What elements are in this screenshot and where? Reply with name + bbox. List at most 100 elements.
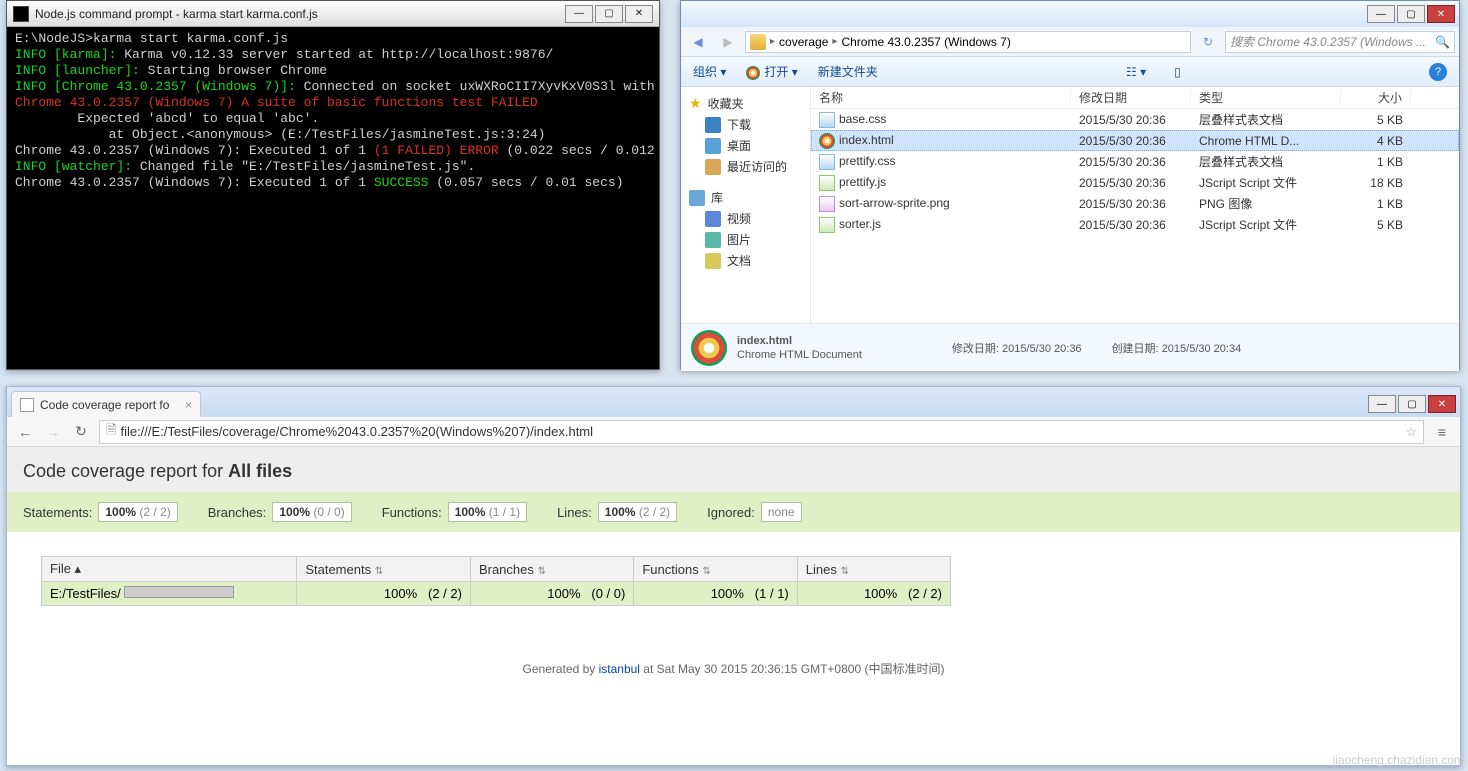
minimize-button[interactable]: — [1368, 395, 1396, 413]
folder-icon [750, 34, 766, 50]
file-row[interactable]: prettify.css2015/5/30 20:36层叠样式表文档1 KB [811, 151, 1459, 172]
col-name[interactable]: 名称 [811, 89, 1071, 106]
address-bar[interactable]: 🗎 file:///E:/TestFiles/coverage/Chrome%2… [99, 420, 1424, 444]
file-row[interactable]: index.html2015/5/30 20:36Chrome HTML D..… [811, 130, 1459, 151]
explorer-sidebar: ★收藏夹 下载 桌面 最近访问的 库 视频 图片 文档 [681, 87, 811, 323]
sidebar-pictures[interactable]: 图片 [685, 229, 806, 250]
th-statements[interactable]: Statements ⇅ [297, 557, 471, 582]
th-lines[interactable]: Lines ⇅ [797, 557, 950, 582]
sidebar-downloads[interactable]: 下载 [685, 114, 806, 135]
file-icon [819, 175, 835, 191]
back-button[interactable]: ← [15, 422, 35, 442]
col-size[interactable]: 大小 [1341, 89, 1411, 106]
maximize-button[interactable]: ▢ [1397, 5, 1425, 23]
file-icon [819, 154, 835, 170]
file-icon [819, 112, 835, 128]
picture-icon [705, 232, 721, 248]
minimize-button[interactable]: — [565, 5, 593, 23]
maximize-button[interactable]: ▢ [1398, 395, 1426, 413]
search-input[interactable]: 搜索 Chrome 43.0.2357 (Windows ... 🔍 [1225, 31, 1455, 53]
document-icon [705, 253, 721, 269]
sidebar-recent[interactable]: 最近访问的 [685, 156, 806, 177]
coverage-table: File ▴ Statements ⇅ Branches ⇅ Functions… [41, 556, 951, 606]
close-button[interactable]: ✕ [1428, 395, 1456, 413]
file-row[interactable]: sorter.js2015/5/30 20:36JScript Script 文… [811, 214, 1459, 235]
sidebar-libraries[interactable]: 库 [685, 187, 806, 208]
chevron-right-icon: ▸ [832, 36, 837, 47]
page-icon [20, 398, 34, 412]
file-icon [819, 196, 835, 212]
table-row[interactable]: E:/TestFiles/ 100% (2 / 2) 100% (0 / 0) … [42, 582, 951, 606]
star-icon: ★ [689, 95, 702, 112]
istanbul-link[interactable]: istanbul [599, 662, 640, 676]
file-icon [819, 217, 835, 233]
chevron-right-icon: ▸ [770, 36, 775, 47]
th-file[interactable]: File ▴ [42, 557, 297, 582]
help-button[interactable]: ? [1429, 63, 1447, 81]
details-filetype: Chrome HTML Document [737, 349, 862, 361]
cmd-icon [13, 6, 29, 22]
sidebar-favorites[interactable]: ★收藏夹 [685, 93, 806, 114]
report-footer: Generated by istanbul at Sat May 30 2015… [7, 630, 1460, 707]
close-tab-icon[interactable]: × [185, 398, 192, 412]
sidebar-video[interactable]: 视频 [685, 208, 806, 229]
sidebar-desktop[interactable]: 桌面 [685, 135, 806, 156]
report-title: Code coverage report for All files [23, 461, 1444, 482]
chrome-icon [691, 330, 727, 366]
col-type[interactable]: 类型 [1191, 89, 1341, 106]
details-filename: index.html [737, 335, 792, 347]
col-date[interactable]: 修改日期 [1071, 89, 1191, 106]
chrome-icon [746, 66, 760, 80]
sidebar-documents[interactable]: 文档 [685, 250, 806, 271]
explorer-navbar: ◀ ▶ ▸ coverage ▸ Chrome 43.0.2357 (Windo… [681, 27, 1459, 57]
close-button[interactable]: ✕ [1427, 5, 1455, 23]
coverage-bar [124, 586, 234, 598]
column-headers[interactable]: 名称 修改日期 类型 大小 [811, 87, 1459, 109]
explorer-window: — ▢ ✕ ◀ ▶ ▸ coverage ▸ Chrome 43.0.2357 … [680, 0, 1460, 370]
video-icon [705, 211, 721, 227]
menu-button[interactable]: ≡ [1432, 422, 1452, 442]
cmd-titlebar[interactable]: Node.js command prompt - karma start kar… [7, 1, 659, 27]
explorer-toolbar: 组织 ▾ 打开 ▾ 新建文件夹 ☷ ▾ ▯ ? [681, 57, 1459, 87]
th-functions[interactable]: Functions ⇅ [634, 557, 797, 582]
file-icon [819, 133, 835, 149]
cmd-output: E:\NodeJS>karma start karma.conf.js INFO… [7, 27, 659, 367]
tab-title: Code coverage report fo [40, 398, 169, 412]
forward-button[interactable]: ▶ [715, 29, 741, 55]
coverage-report: Code coverage report for All files State… [7, 447, 1460, 707]
open-menu[interactable]: 打开 ▾ [746, 63, 797, 80]
reload-button[interactable]: ↻ [71, 422, 91, 442]
chrome-tabstrip[interactable]: Code coverage report fo × — ▢ ✕ [7, 387, 1460, 417]
cmd-window: Node.js command prompt - karma start kar… [6, 0, 660, 370]
download-icon [705, 117, 721, 133]
breadcrumb[interactable]: ▸ coverage ▸ Chrome 43.0.2357 (Windows 7… [745, 31, 1191, 53]
browser-tab[interactable]: Code coverage report fo × [11, 391, 201, 417]
chrome-toolbar: ← → ↻ 🗎 file:///E:/TestFiles/coverage/Ch… [7, 417, 1460, 447]
details-pane: index.html Chrome HTML Document 修改日期: 20… [681, 323, 1459, 371]
preview-button[interactable]: ▯ [1174, 65, 1181, 79]
view-button[interactable]: ☷ ▾ [1126, 65, 1146, 79]
chrome-window: Code coverage report fo × — ▢ ✕ ← → ↻ 🗎 … [6, 386, 1461, 766]
explorer-titlebar[interactable]: — ▢ ✕ [681, 1, 1459, 27]
bookmark-icon[interactable]: ☆ [1405, 424, 1417, 440]
close-button[interactable]: ✕ [625, 5, 653, 23]
minimize-button[interactable]: — [1367, 5, 1395, 23]
file-row[interactable]: base.css2015/5/30 20:36层叠样式表文档5 KB [811, 109, 1459, 130]
summary-row: Statements:100% (2 / 2) Branches:100% (0… [7, 492, 1460, 532]
new-folder-button[interactable]: 新建文件夹 [818, 63, 878, 80]
back-button[interactable]: ◀ [685, 29, 711, 55]
refresh-button[interactable]: ↻ [1195, 29, 1221, 55]
file-row[interactable]: prettify.js2015/5/30 20:36JScript Script… [811, 172, 1459, 193]
library-icon [689, 190, 705, 206]
cmd-title-text: Node.js command prompt - karma start kar… [35, 7, 318, 21]
maximize-button[interactable]: ▢ [595, 5, 623, 23]
forward-button[interactable]: → [43, 422, 63, 442]
breadcrumb-item[interactable]: coverage [779, 35, 828, 49]
th-branches[interactable]: Branches ⇅ [470, 557, 633, 582]
organize-menu[interactable]: 组织 ▾ [693, 63, 726, 80]
watermark: jiaocheng.chazidian.com [1333, 753, 1464, 767]
desktop-icon [705, 138, 721, 154]
file-icon: 🗎 [106, 421, 116, 443]
file-row[interactable]: sort-arrow-sprite.png2015/5/30 20:36PNG … [811, 193, 1459, 214]
breadcrumb-item[interactable]: Chrome 43.0.2357 (Windows 7) [841, 35, 1010, 49]
